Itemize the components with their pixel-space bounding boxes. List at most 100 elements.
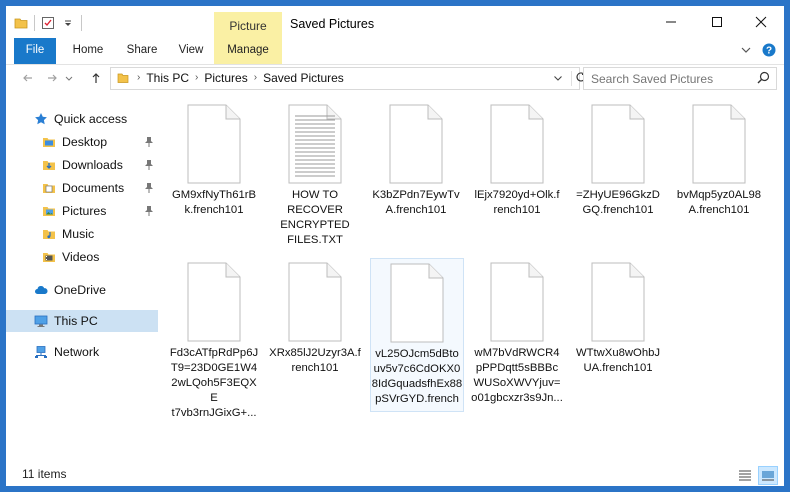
file-item[interactable]: =ZHyUE96GkzD GQ.french101 xyxy=(572,104,664,218)
forward-button[interactable] xyxy=(44,70,60,86)
file-name-line: 8IdGquadsfhEx88 xyxy=(371,378,463,390)
nav-item-label: Pictures xyxy=(62,204,107,218)
breadcrumb-pictures[interactable]: Pictures xyxy=(204,71,247,85)
file-name-line: HOW TO xyxy=(291,189,339,201)
file-name-line: T9=23D0GE1W4 xyxy=(170,362,258,374)
properties-check-icon[interactable] xyxy=(41,16,55,30)
file-name-line: FILES.TXT xyxy=(287,234,343,246)
file-item[interactable]: bvMqp5yz0AL98 A.french101 xyxy=(673,104,765,218)
nav-this-pc-label: This PC xyxy=(54,314,98,328)
nav-item-music[interactable]: Music xyxy=(6,223,158,245)
nav-quick-access[interactable]: Quick access xyxy=(6,108,158,130)
breadcrumb-chevron-icon[interactable]: › xyxy=(137,71,140,85)
file-item[interactable]: K3bZPdn7EywTv A.french101 xyxy=(370,104,462,218)
help-icon: ? xyxy=(762,43,776,57)
file-name-line: Fd3cATfpRdPp6J xyxy=(169,347,259,359)
picture-tools-context-tab: Picture Tools xyxy=(214,12,282,61)
maximize-button[interactable] xyxy=(694,6,740,38)
pin-icon[interactable] xyxy=(144,205,154,217)
address-history-button[interactable] xyxy=(553,72,563,86)
folder-icon[interactable] xyxy=(14,16,28,30)
blank-file-icon xyxy=(386,104,446,184)
nav-item-videos[interactable]: Videos xyxy=(6,246,158,268)
file-name-line: pPPDqtt5sBBBc xyxy=(475,362,559,374)
file-item[interactable]: wM7bVdRWCR4 pPPDqtt5sBBBc WUSoXWVYjuv= o01g… xyxy=(471,262,563,406)
blank-file-icon xyxy=(588,104,648,184)
nav-item-documents[interactable]: Documents xyxy=(6,177,158,199)
help-button[interactable]: ? xyxy=(762,43,776,60)
file-name: =ZHyUE96GkzD GQ.french101 xyxy=(572,188,664,218)
file-item[interactable]: vL25OJcm5dBto uv5v7c6CdOKX0 8IdGquadsfhEx8… xyxy=(370,258,464,412)
window-title: Saved Pictures xyxy=(290,17,375,31)
file-name-line: o01gbcxzr3s9Jn... xyxy=(471,392,563,404)
file-name-line: ENCRYPTED xyxy=(280,219,350,231)
chevron-down-icon xyxy=(741,47,751,53)
chevron-down-icon xyxy=(554,76,562,81)
nav-this-pc[interactable]: This PC xyxy=(6,310,158,332)
breadcrumb-this-pc[interactable]: This PC xyxy=(146,71,189,85)
close-button[interactable] xyxy=(738,6,784,38)
documents-folder-icon xyxy=(42,181,56,195)
breadcrumb-chevron-icon[interactable]: › xyxy=(195,71,198,85)
file-name-line: pSVrGYD.french xyxy=(375,393,459,405)
nav-item-label: Downloads xyxy=(62,158,123,172)
status-bar: 11 items xyxy=(6,464,784,486)
file-name-line: wM7bVdRWCR4 xyxy=(474,347,560,359)
address-bar[interactable]: › This PC › Pictures › Saved Pictures xyxy=(110,67,586,90)
file-item[interactable]: Fd3cATfpRdPp6J T9=23D0GE1W4 2wLQoh5F3EQXE t… xyxy=(168,262,260,421)
text-file-icon xyxy=(285,104,345,184)
tab-manage[interactable]: Manage xyxy=(214,38,282,64)
file-name-line: RECOVER xyxy=(287,204,343,216)
expand-ribbon-button[interactable] xyxy=(740,44,752,59)
tab-home[interactable]: Home xyxy=(66,38,110,64)
details-view-button[interactable] xyxy=(736,466,754,483)
music-folder-icon xyxy=(42,227,56,241)
blank-file-icon xyxy=(184,104,244,184)
breadcrumb-saved-pictures[interactable]: Saved Pictures xyxy=(263,71,344,85)
file-name-line: uv5v7c6CdOKX0 xyxy=(373,363,461,375)
nav-item-desktop[interactable]: Desktop xyxy=(6,131,158,153)
nav-item-pictures[interactable]: Pictures xyxy=(6,200,158,222)
blank-file-icon xyxy=(184,262,244,342)
tab-share[interactable]: Share xyxy=(120,38,164,64)
blank-file-icon xyxy=(487,262,547,342)
file-name-line: bvMqp5yz0AL98 xyxy=(676,189,762,201)
file-item[interactable]: WTtwXu8wOhbJ UA.french101 xyxy=(572,262,664,376)
back-button[interactable] xyxy=(20,70,36,86)
nav-item-downloads[interactable]: Downloads xyxy=(6,154,158,176)
file-item[interactable]: lEjx7920yd+Olk.f rench101 xyxy=(471,104,563,218)
file-item[interactable]: GM9xfNyTh61rB k.french101 xyxy=(168,104,260,218)
pin-icon[interactable] xyxy=(144,136,154,148)
nav-onedrive[interactable]: OneDrive xyxy=(6,279,158,301)
quick-access-toolbar xyxy=(14,15,82,31)
large-icons-view-button[interactable] xyxy=(758,466,778,485)
tab-file[interactable]: File xyxy=(14,38,56,64)
nav-network-label: Network xyxy=(54,345,100,359)
chevron-down-icon xyxy=(65,76,73,81)
pictures-folder-icon xyxy=(42,204,56,218)
folder-icon xyxy=(117,71,129,87)
up-button[interactable] xyxy=(88,70,104,86)
pin-icon[interactable] xyxy=(144,182,154,194)
back-arrow-icon xyxy=(23,74,32,82)
pin-icon[interactable] xyxy=(144,159,154,171)
file-name-line: =ZHyUE96GkzD xyxy=(576,189,660,201)
nav-item-label: Desktop xyxy=(62,135,108,149)
cloud-icon xyxy=(34,283,48,297)
search-input[interactable] xyxy=(589,70,753,88)
customize-dropdown-icon[interactable] xyxy=(61,16,75,30)
file-name-line: A.french101 xyxy=(385,204,447,216)
file-item[interactable]: XRx85lJ2Uzyr3A.f rench101 xyxy=(269,262,361,376)
file-name: HOW TO RECOVER ENCRYPTED FILES.TXT xyxy=(269,188,361,248)
minimize-button[interactable] xyxy=(648,6,694,38)
breadcrumb-chevron-icon[interactable]: › xyxy=(254,71,257,85)
file-name-line: rench101 xyxy=(493,204,541,216)
nav-network[interactable]: Network xyxy=(6,341,158,363)
file-item[interactable]: HOW TO RECOVER ENCRYPTED FILES.TXT xyxy=(269,104,361,248)
tab-view[interactable]: View xyxy=(170,38,212,64)
file-name-line: t7vb3rnJGixG+... xyxy=(171,407,257,419)
recent-locations-button[interactable] xyxy=(64,70,74,86)
address-row: › This PC › Pictures › Saved Pictures xyxy=(6,65,784,91)
search-icon[interactable] xyxy=(757,71,770,87)
nav-item-label: Music xyxy=(62,227,95,241)
